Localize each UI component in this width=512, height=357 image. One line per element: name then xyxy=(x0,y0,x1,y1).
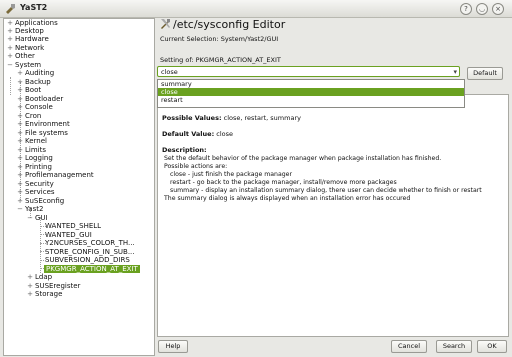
tree-item-auditing[interactable]: + Auditing xyxy=(16,69,55,77)
expand-icon[interactable]: + xyxy=(6,44,14,52)
expand-icon[interactable]: + xyxy=(16,129,24,137)
expand-icon[interactable]: + xyxy=(16,154,24,162)
minimize-window-button[interactable]: ◡ xyxy=(476,3,488,15)
tree-item-kernel[interactable]: + Kernel xyxy=(16,137,48,145)
possible-values: Possible Values: close, restart, summary xyxy=(162,114,301,122)
expand-icon[interactable]: + xyxy=(16,197,24,205)
tree-item-pkgmgr-action-at-exit[interactable]: PKGMGR_ACTION_AT_EXIT xyxy=(44,265,140,273)
tree-item-console[interactable]: + Console xyxy=(16,103,54,111)
expand-icon[interactable]: + xyxy=(16,120,24,128)
window-title: YaST2 xyxy=(20,3,48,12)
expand-icon[interactable]: + xyxy=(6,27,14,35)
tree-item-logging[interactable]: + Logging xyxy=(16,154,54,162)
expand-icon[interactable]: + xyxy=(16,137,24,145)
tree-item-boot[interactable]: + Boot xyxy=(16,86,42,94)
expand-icon[interactable]: + xyxy=(16,112,24,120)
config-tree[interactable]: + Applications + Desktop + Hardware + Networ… xyxy=(3,18,155,356)
tree-item-wanted-shell[interactable]: WANTED_SHELL xyxy=(44,222,102,230)
help-window-button[interactable]: ? xyxy=(460,3,472,15)
editor-main: /etc/sysconfig Editor Current Selection:… xyxy=(157,18,509,354)
tree-item-desktop[interactable]: + Desktop xyxy=(6,27,45,35)
expand-icon[interactable]: + xyxy=(16,180,24,188)
close-window-button[interactable]: × xyxy=(492,3,504,15)
default-value: Default Value: close xyxy=(162,130,233,138)
setting-label: Setting of: PKGMGR_ACTION_AT_EXIT xyxy=(160,56,281,64)
option-restart[interactable]: restart xyxy=(158,96,464,104)
tree-item-hardware[interactable]: + Hardware xyxy=(6,35,50,43)
tree-item-environment[interactable]: + Environment xyxy=(16,120,71,128)
expand-icon[interactable]: + xyxy=(26,273,34,281)
tree-item-gui[interactable]: − GUI xyxy=(26,214,49,222)
expand-icon[interactable]: + xyxy=(16,171,24,179)
expand-icon[interactable]: + xyxy=(6,19,14,27)
tree-item-file-systems[interactable]: + File systems xyxy=(16,129,69,137)
tree-item-storage[interactable]: + Storage xyxy=(26,290,63,298)
option-summary[interactable]: summary xyxy=(158,80,464,88)
tree-item-bootloader[interactable]: + Bootloader xyxy=(16,95,64,103)
value-combobox[interactable]: close ▾ xyxy=(157,66,460,77)
cancel-button[interactable]: Cancel xyxy=(391,340,427,353)
expand-icon[interactable]: + xyxy=(16,103,24,111)
collapse-icon[interactable]: − xyxy=(6,61,14,69)
tree-item-suseregister[interactable]: + SUSEregister xyxy=(26,282,81,290)
default-button[interactable]: Default xyxy=(467,67,503,80)
tree-item-limits[interactable]: + Limits xyxy=(16,146,47,154)
expand-icon[interactable]: + xyxy=(6,35,14,43)
yast-app-icon xyxy=(6,4,15,14)
chevron-down-icon[interactable]: ▾ xyxy=(453,67,457,78)
expand-icon[interactable]: + xyxy=(16,86,24,94)
option-close[interactable]: close xyxy=(158,88,464,96)
search-button[interactable]: Search xyxy=(436,340,472,353)
tree-item-services[interactable]: + Services xyxy=(16,188,56,196)
expand-icon[interactable]: + xyxy=(26,290,34,298)
window-titlebar[interactable]: YaST2 ? ◡ × xyxy=(0,0,512,18)
expand-icon[interactable]: + xyxy=(16,95,24,103)
info-panel: Possible Values: close, restart, summary… xyxy=(157,94,509,337)
description-label: Description: xyxy=(162,146,207,154)
tree-item-yast2[interactable]: − Yast2 xyxy=(16,205,44,213)
collapse-icon[interactable]: − xyxy=(26,214,34,222)
collapse-icon[interactable]: − xyxy=(16,205,24,213)
tree-item-security[interactable]: + Security xyxy=(16,180,55,188)
tree-item-network[interactable]: + Network xyxy=(6,44,45,52)
value-dropdown-list[interactable]: summary close restart xyxy=(157,79,465,108)
tree-item-system[interactable]: − System xyxy=(6,61,42,69)
description-text: Set the default behavior of the package … xyxy=(164,155,482,202)
tree-item-applications[interactable]: + Applications xyxy=(6,19,59,27)
tree-item-y2ncurses-color-theme[interactable]: Y2NCURSES_COLOR_TH... xyxy=(44,239,136,247)
expand-icon[interactable]: + xyxy=(16,69,24,77)
current-selection: Current Selection: System/Yast2/GUI xyxy=(160,35,279,43)
page-title: /etc/sysconfig Editor xyxy=(160,18,285,31)
tree-item-store-config-in-subversion[interactable]: STORE_CONFIG_IN_SUB... xyxy=(44,248,136,256)
tree-item-suseconfig[interactable]: + SuSEconfig xyxy=(16,197,65,205)
tree-item-backup[interactable]: + Backup xyxy=(16,78,52,86)
tools-icon xyxy=(161,19,170,29)
tree-item-other[interactable]: + Other xyxy=(6,52,36,60)
tree-item-printing[interactable]: + Printing xyxy=(16,163,53,171)
expand-icon[interactable]: + xyxy=(6,52,14,60)
tree-item-wanted-gui[interactable]: WANTED_GUI xyxy=(44,231,93,239)
expand-icon[interactable]: + xyxy=(16,78,24,86)
expand-icon[interactable]: + xyxy=(16,188,24,196)
ok-button[interactable]: OK xyxy=(477,340,507,353)
tree-item-profilemanagement[interactable]: + Profilemanagement xyxy=(16,171,95,179)
help-button[interactable]: Help xyxy=(158,340,188,353)
tree-item-cron[interactable]: + Cron xyxy=(16,112,42,120)
expand-icon[interactable]: + xyxy=(16,163,24,171)
expand-icon[interactable]: + xyxy=(16,146,24,154)
tree-item-ldap[interactable]: + Ldap xyxy=(26,273,53,281)
tree-item-subversion-add-dirs[interactable]: SUBVERSION_ADD_DIRS xyxy=(44,256,131,264)
expand-icon[interactable]: + xyxy=(26,282,34,290)
